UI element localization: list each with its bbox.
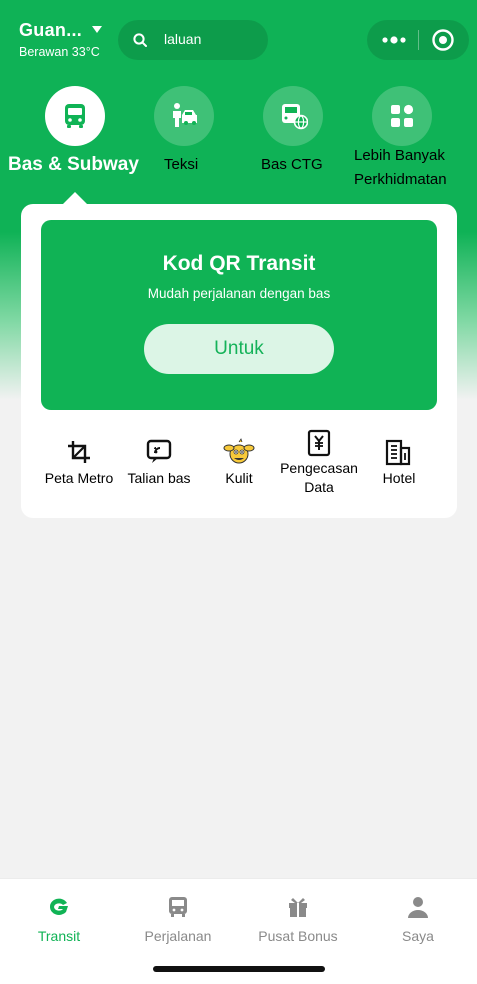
weather-text: Berawan 33°C: [19, 45, 100, 59]
tab-me[interactable]: Saya: [363, 895, 473, 944]
tab-label[interactable]: Perjalanan: [123, 928, 233, 944]
home-indicator: [153, 966, 325, 972]
category-label-line[interactable]: Perkhidmatan: [354, 171, 447, 188]
tab-label[interactable]: Pusat Bonus: [243, 928, 353, 944]
more-dots-icon[interactable]: [381, 32, 407, 48]
qr-code-panel[interactable]: Kod QR Transit Mudah perjalanan dengan b…: [41, 220, 437, 410]
search-input[interactable]: laluan: [164, 31, 201, 47]
metro-map-icon[interactable]: [65, 438, 93, 466]
category-label[interactable]: Bas CTG: [261, 156, 323, 173]
miniprogram-capsule: [367, 20, 469, 60]
close-target-icon[interactable]: [431, 28, 455, 52]
tool-label[interactable]: Peta Metro: [42, 469, 116, 488]
tool-label[interactable]: Kulit: [221, 469, 257, 488]
taxi-icon[interactable]: [154, 86, 214, 146]
caret-down-icon[interactable]: [92, 26, 103, 34]
skin-mascot-icon[interactable]: [223, 437, 255, 467]
top-header: Guan... Berawan 33°C laluan: [0, 0, 477, 72]
tab-trips[interactable]: Perjalanan: [123, 895, 233, 944]
tool-label-multi[interactable]: Pengecasan Data: [276, 459, 362, 497]
tool-label[interactable]: Talian bas: [124, 469, 194, 488]
hotel-icon[interactable]: [384, 438, 412, 466]
transit-logo-icon[interactable]: [47, 895, 71, 919]
city-selector[interactable]: Guan... Berawan 33°C: [19, 20, 103, 59]
category-label[interactable]: Teksi: [164, 156, 198, 173]
search-icon: [133, 33, 147, 47]
bus-icon[interactable]: [166, 895, 190, 919]
capsule-divider: [418, 30, 419, 50]
tab-label[interactable]: Saya: [363, 928, 473, 944]
qr-subtitle: Mudah perjalanan dengan bas: [147, 286, 331, 301]
city-name[interactable]: Guan...: [19, 20, 82, 40]
category-label-line[interactable]: Lebih Banyak: [354, 147, 445, 164]
bus-line-icon[interactable]: [145, 438, 173, 466]
tool-label[interactable]: Hotel: [380, 469, 418, 488]
tab-transit[interactable]: Transit: [4, 895, 114, 944]
grid-icon[interactable]: [372, 86, 432, 146]
gift-icon[interactable]: [286, 895, 310, 919]
tool-label-line[interactable]: Data: [304, 479, 334, 495]
qr-title: Kod QR Transit: [162, 252, 316, 275]
yuan-receipt-icon[interactable]: [305, 429, 333, 457]
tool-label-line[interactable]: Pengecasan: [280, 460, 358, 476]
globe-bus-icon[interactable]: [263, 86, 323, 146]
tab-bonus-center[interactable]: Pusat Bonus: [243, 895, 353, 944]
category-label[interactable]: Bas & Subway: [8, 154, 139, 176]
search-bar[interactable]: laluan: [118, 20, 268, 60]
person-icon[interactable]: [406, 895, 430, 919]
bus-icon[interactable]: [45, 86, 105, 146]
tab-label[interactable]: Transit: [4, 928, 114, 944]
qr-open-button[interactable]: Untuk: [144, 324, 334, 374]
category-label-more[interactable]: Lebih Banyak Perkhidmatan: [354, 144, 447, 192]
